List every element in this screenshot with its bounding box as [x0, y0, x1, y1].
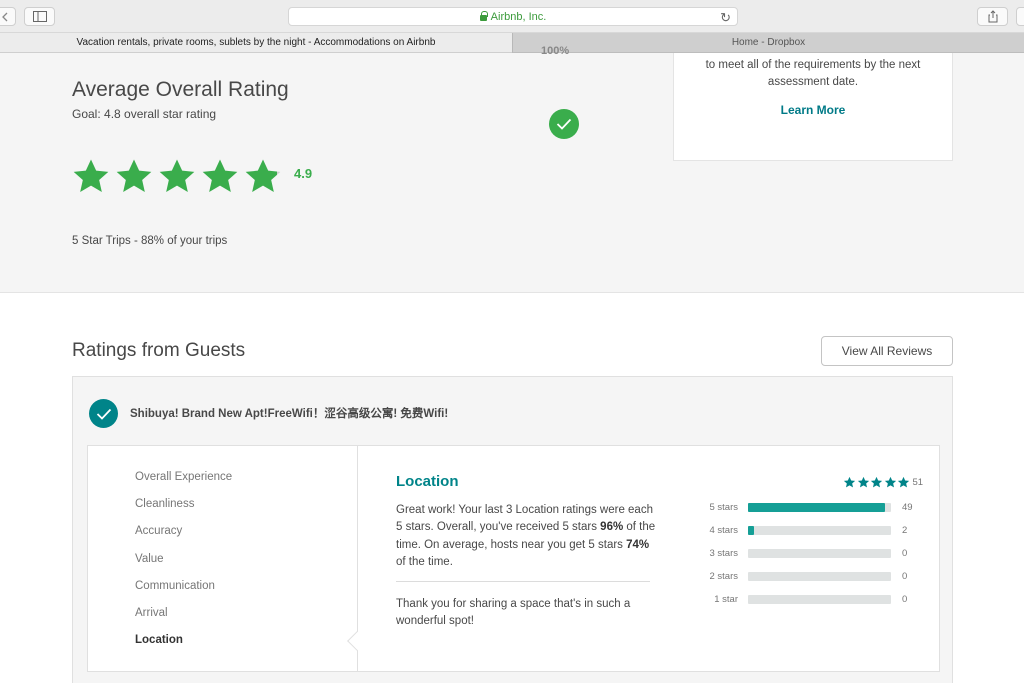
- star-icon: [159, 159, 195, 192]
- detail-thanks: Thank you for sharing a space that's in …: [396, 598, 631, 628]
- star-icon: [897, 476, 910, 488]
- requirements-card: to meet all of the requirements by the n…: [673, 53, 953, 161]
- star-icon: [843, 476, 856, 488]
- detail-title: Location: [396, 473, 459, 490]
- sidebar-icon: [32, 11, 47, 22]
- section-title: Ratings from Guests: [72, 340, 246, 361]
- average-rating-value: 4.9: [294, 166, 313, 181]
- view-all-reviews-button[interactable]: View All Reviews: [821, 336, 953, 366]
- category-list: Overall Experience Cleanliness Accuracy …: [88, 446, 358, 671]
- star-icon: [857, 476, 869, 488]
- divider: [396, 581, 650, 582]
- tabs-overview-button[interactable]: [1016, 7, 1024, 26]
- distribution-count: 2: [902, 524, 908, 536]
- category-communication[interactable]: Communication: [135, 580, 215, 592]
- chevron-left-icon: [2, 12, 8, 21]
- category-cleanliness[interactable]: Cleanliness: [135, 498, 194, 510]
- distribution-bar: [748, 594, 891, 604]
- area-percent: 74%: [626, 538, 650, 551]
- distribution-label: 5 stars: [709, 501, 738, 513]
- category-accuracy[interactable]: Accuracy: [135, 525, 182, 537]
- goal-text: Goal: 4.8 overall star rating: [72, 107, 217, 121]
- partial-percent: 100%: [541, 45, 570, 57]
- listing-check-icon: [89, 399, 118, 428]
- sidebar-toggle-button[interactable]: [24, 7, 55, 26]
- distribution-bar: [748, 548, 891, 558]
- share-icon: [988, 10, 997, 23]
- address-bar[interactable]: Airbnb, Inc. ↻: [288, 7, 738, 26]
- summary-text: of the time.: [396, 556, 453, 569]
- distribution-row: 4 stars 2: [688, 524, 931, 536]
- share-button[interactable]: [977, 7, 1008, 26]
- lock-icon: [479, 10, 488, 21]
- distribution-label: 2 stars: [709, 570, 738, 582]
- category-value[interactable]: Value: [135, 553, 164, 565]
- reload-icon[interactable]: ↻: [720, 10, 731, 26]
- distribution-bar: [748, 571, 891, 581]
- distribution-count: 49: [902, 501, 913, 513]
- distribution-count: 0: [902, 547, 908, 559]
- star-icon: [73, 159, 109, 192]
- address-text: Airbnb, Inc.: [490, 10, 547, 23]
- tab-title: Vacation rentals, private rooms, sublets…: [76, 37, 436, 48]
- listing-ratings-card: Shibuya! Brand New Apt!FreeWifi！涩谷高级公寓! …: [72, 376, 953, 683]
- total-reviews-count: 51: [912, 477, 924, 488]
- tab-bar: Vacation rentals, private rooms, sublets…: [0, 33, 1024, 53]
- star-rating-large: [71, 157, 286, 197]
- overview-section: 100% Average Overall Rating Goal: 4.8 ov…: [0, 45, 1024, 293]
- category-overall-experience[interactable]: Overall Experience: [135, 471, 232, 483]
- distribution-row: 2 stars 0: [688, 570, 931, 582]
- requirements-text: to meet all of the requirements by the n…: [705, 59, 921, 88]
- star-icon: [116, 159, 152, 192]
- distribution-label: 4 stars: [709, 524, 738, 536]
- tab-title: Home - Dropbox: [731, 37, 806, 48]
- five-star-trips-text: 5 Star Trips - 88% of your trips: [72, 235, 228, 247]
- distribution-label: 1 star: [714, 593, 738, 605]
- distribution-bar: [748, 502, 891, 512]
- star-rating-small: 51: [843, 476, 923, 489]
- star-icon: [870, 476, 883, 488]
- star-icon: [202, 159, 238, 192]
- goal-met-check-icon: [549, 109, 579, 139]
- category-arrival[interactable]: Arrival: [135, 607, 168, 619]
- browser-toolbar: Airbnb, Inc. ↻: [0, 0, 1024, 33]
- distribution-row: 3 stars 0: [688, 547, 931, 559]
- category-location[interactable]: Location: [135, 634, 183, 646]
- distribution-count: 0: [902, 593, 908, 605]
- star-icon: [884, 476, 896, 488]
- distribution-bar: [748, 525, 891, 535]
- detail-summary: Great work! Your last 3 Location ratings…: [396, 502, 656, 572]
- rating-detail-panel: Overall Experience Cleanliness Accuracy …: [87, 445, 940, 672]
- distribution-bar-fill: [748, 525, 754, 535]
- star-icon: [245, 159, 281, 192]
- page-title: Average Overall Rating: [72, 78, 289, 101]
- distribution-label: 3 stars: [709, 547, 738, 559]
- distribution-bar-fill: [748, 502, 886, 512]
- listing-name: Shibuya! Brand New Apt!FreeWifi！涩谷高级公寓! …: [130, 408, 449, 420]
- five-star-percent: 96%: [600, 521, 624, 534]
- distribution-count: 0: [902, 570, 908, 582]
- back-button[interactable]: [0, 7, 16, 26]
- distribution-row: 5 stars 49: [688, 501, 931, 513]
- tab-dropbox[interactable]: Home - Dropbox: [512, 33, 1024, 53]
- distribution-row: 1 star 0: [688, 593, 931, 605]
- tab-airbnb[interactable]: Vacation rentals, private rooms, sublets…: [0, 33, 512, 53]
- learn-more-link[interactable]: Learn More: [674, 103, 952, 117]
